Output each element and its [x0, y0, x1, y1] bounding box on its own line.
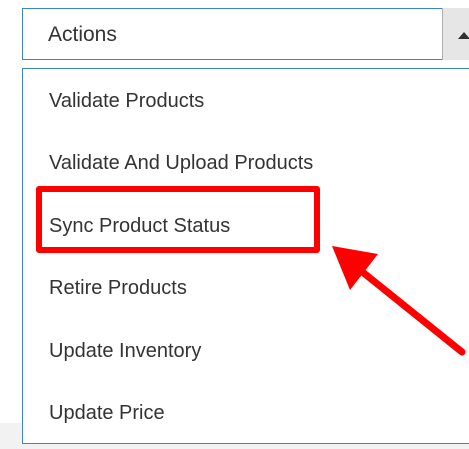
- menu-item-update-price[interactable]: Update Price: [49, 401, 165, 425]
- menu-item-retire-products[interactable]: Retire Products: [49, 276, 187, 300]
- annotation-arrow-icon: [332, 246, 466, 356]
- page: Actions Validate Products Validate And U…: [0, 0, 469, 449]
- menu-item-validate-and-upload-products[interactable]: Validate And Upload Products: [49, 151, 313, 175]
- dropdown-toggle-button[interactable]: [442, 8, 469, 60]
- menu-item-validate-products[interactable]: Validate Products: [49, 89, 204, 113]
- menu-item-update-inventory[interactable]: Update Inventory: [49, 339, 201, 363]
- actions-dropdown[interactable]: Actions: [22, 8, 469, 60]
- actions-dropdown-label: Actions: [48, 23, 117, 46]
- caret-up-icon: [458, 32, 469, 39]
- highlight-box: [36, 186, 320, 253]
